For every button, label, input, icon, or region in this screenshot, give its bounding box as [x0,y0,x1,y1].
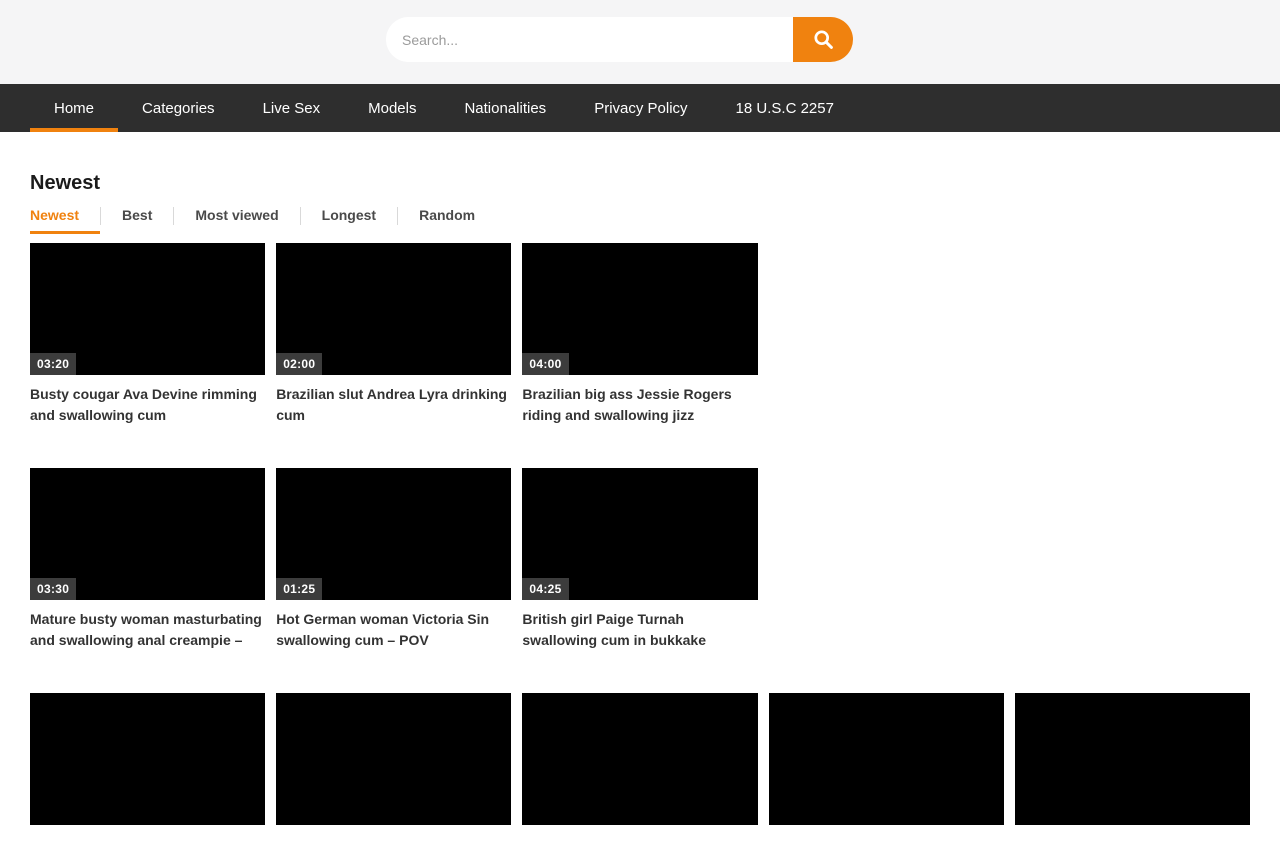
site-header [0,0,1280,84]
video-title[interactable]: Mature busty woman masturbating and swal… [30,609,265,651]
video-thumbnail[interactable] [276,693,511,825]
search-input[interactable] [386,17,793,62]
search-button[interactable] [793,17,853,62]
video-thumbnail[interactable] [30,693,265,825]
tab-most-viewed[interactable]: Most viewed [174,207,299,234]
search-icon [811,27,836,52]
video-card[interactable]: 03:30 Mature busty woman masturbating an… [30,468,265,651]
video-card[interactable] [276,693,511,825]
video-card[interactable]: 02:00 Brazilian slut Andrea Lyra drinkin… [276,243,511,426]
nav-item-18-u-s-c-2257[interactable]: 18 U.S.C 2257 [712,84,858,132]
main-nav: HomeCategoriesLive SexModelsNationalitie… [0,84,1280,132]
nav-item-models[interactable]: Models [344,84,440,132]
tab-longest[interactable]: Longest [301,207,397,234]
page-title: Newest [30,172,1250,195]
video-thumbnail[interactable] [1015,693,1250,825]
video-grid-row-partial [30,693,1250,825]
content-area: Newest NewestBestMost viewedLongestRando… [0,132,1280,867]
video-thumbnail[interactable]: 04:25 [522,468,757,600]
tab-random[interactable]: Random [398,207,496,234]
video-card[interactable]: 03:20 Busty cougar Ava Devine rimming an… [30,243,265,426]
video-card[interactable]: 04:00 Brazilian big ass Jessie Rogers ri… [522,243,757,426]
duration-badge: 02:00 [276,353,322,375]
nav-item-categories[interactable]: Categories [118,84,239,132]
video-card[interactable] [769,693,1004,825]
video-thumbnail[interactable]: 04:00 [522,243,757,375]
duration-badge: 04:25 [522,578,568,600]
video-card[interactable]: 04:25 British girl Paige Turnah swallowi… [522,468,757,651]
video-card[interactable] [522,693,757,825]
video-thumbnail[interactable]: 02:00 [276,243,511,375]
video-thumbnail[interactable]: 03:30 [30,468,265,600]
tab-best[interactable]: Best [101,207,173,234]
video-thumbnail[interactable] [522,693,757,825]
video-grid-row: 03:30 Mature busty woman masturbating an… [30,468,1250,651]
video-title[interactable]: Busty cougar Ava Devine rimming and swal… [30,384,265,426]
video-grid-row: 03:20 Busty cougar Ava Devine rimming an… [30,243,1250,426]
tab-newest[interactable]: Newest [30,207,100,234]
nav-item-nationalities[interactable]: Nationalities [440,84,570,132]
nav-item-privacy-policy[interactable]: Privacy Policy [570,84,711,132]
video-title[interactable]: Hot German woman Victoria Sin swallowing… [276,609,511,651]
video-card[interactable] [1015,693,1250,825]
nav-item-live-sex[interactable]: Live Sex [239,84,345,132]
sort-tabs: NewestBestMost viewedLongestRandom [30,207,1250,234]
search-bar [386,17,853,62]
nav-item-home[interactable]: Home [30,84,118,132]
video-thumbnail[interactable]: 01:25 [276,468,511,600]
video-card[interactable]: 01:25 Hot German woman Victoria Sin swal… [276,468,511,651]
video-title[interactable]: Brazilian big ass Jessie Rogers riding a… [522,384,757,426]
video-title[interactable]: British girl Paige Turnah swallowing cum… [522,609,757,651]
duration-badge: 03:30 [30,578,76,600]
video-card[interactable] [30,693,265,825]
duration-badge: 03:20 [30,353,76,375]
video-thumbnail[interactable]: 03:20 [30,243,265,375]
video-title[interactable]: Brazilian slut Andrea Lyra drinking cum [276,384,511,426]
duration-badge: 01:25 [276,578,322,600]
video-thumbnail[interactable] [769,693,1004,825]
duration-badge: 04:00 [522,353,568,375]
